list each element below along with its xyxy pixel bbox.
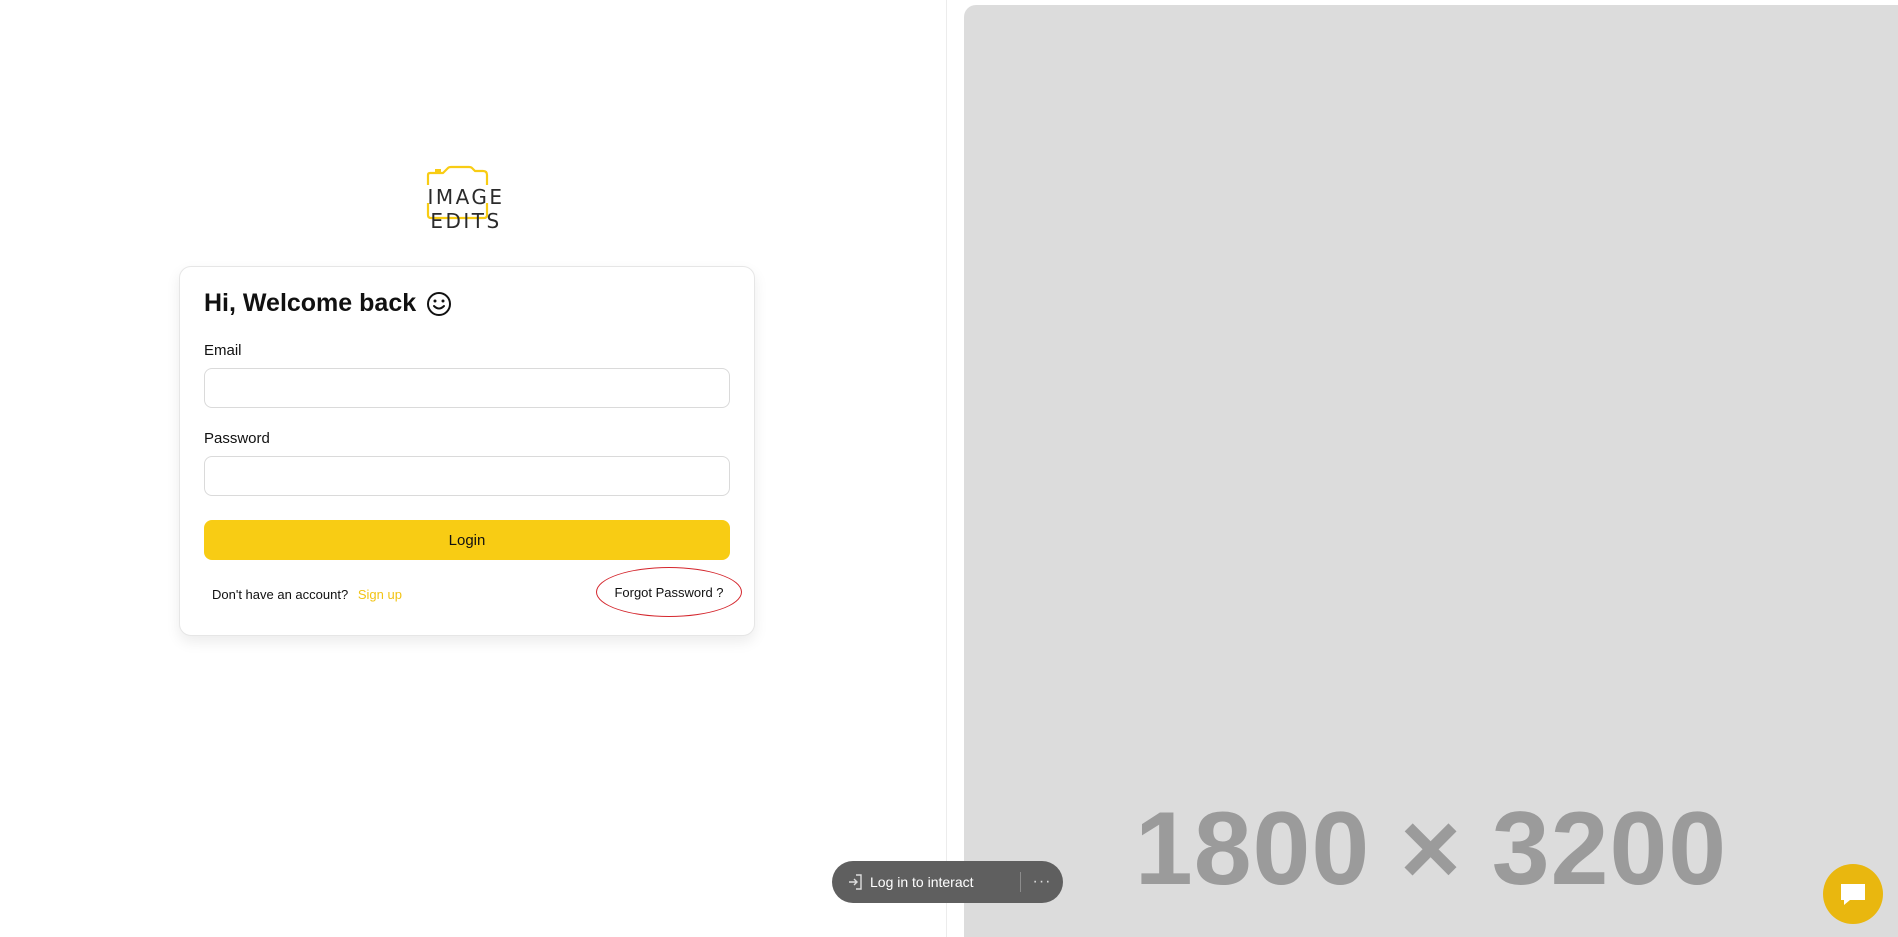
panel-divider bbox=[946, 0, 947, 937]
forgot-password-link[interactable]: Forgot Password ? bbox=[596, 567, 742, 617]
welcome-heading: Hi, Welcome back bbox=[204, 289, 452, 318]
chat-launcher-button[interactable] bbox=[1823, 864, 1883, 924]
login-to-interact-button[interactable]: Log in to interact bbox=[832, 861, 1020, 903]
login-arrow-icon bbox=[849, 874, 862, 890]
signup-prompt: Don't have an account? Sign up bbox=[212, 587, 402, 602]
no-account-text: Don't have an account? bbox=[212, 587, 349, 602]
email-field[interactable] bbox=[204, 368, 730, 408]
email-label: Email bbox=[204, 342, 242, 359]
logo-text: IMAGE EDITS bbox=[427, 185, 505, 233]
password-field[interactable] bbox=[204, 456, 730, 496]
brand-logo: IMAGE EDITS bbox=[395, 163, 537, 233]
signup-link[interactable]: Sign up bbox=[358, 587, 402, 602]
login-button[interactable]: Login bbox=[204, 520, 730, 560]
ellipsis-icon[interactable]: ··· bbox=[1021, 873, 1063, 891]
login-card: Hi, Welcome back Email Password Login Do… bbox=[179, 266, 755, 636]
smile-icon bbox=[427, 291, 452, 316]
welcome-title: Hi, Welcome back bbox=[204, 289, 417, 317]
password-label: Password bbox=[204, 430, 270, 447]
interact-toolbar: Log in to interact ··· bbox=[832, 861, 1063, 903]
hero-image-placeholder: 1800 × 3200 bbox=[964, 5, 1898, 937]
forgot-password-label: Forgot Password ? bbox=[614, 584, 724, 600]
hero-dimensions-text: 1800 × 3200 bbox=[1134, 791, 1728, 907]
chat-bubble-icon bbox=[1841, 884, 1865, 905]
interact-label: Log in to interact bbox=[870, 874, 974, 890]
